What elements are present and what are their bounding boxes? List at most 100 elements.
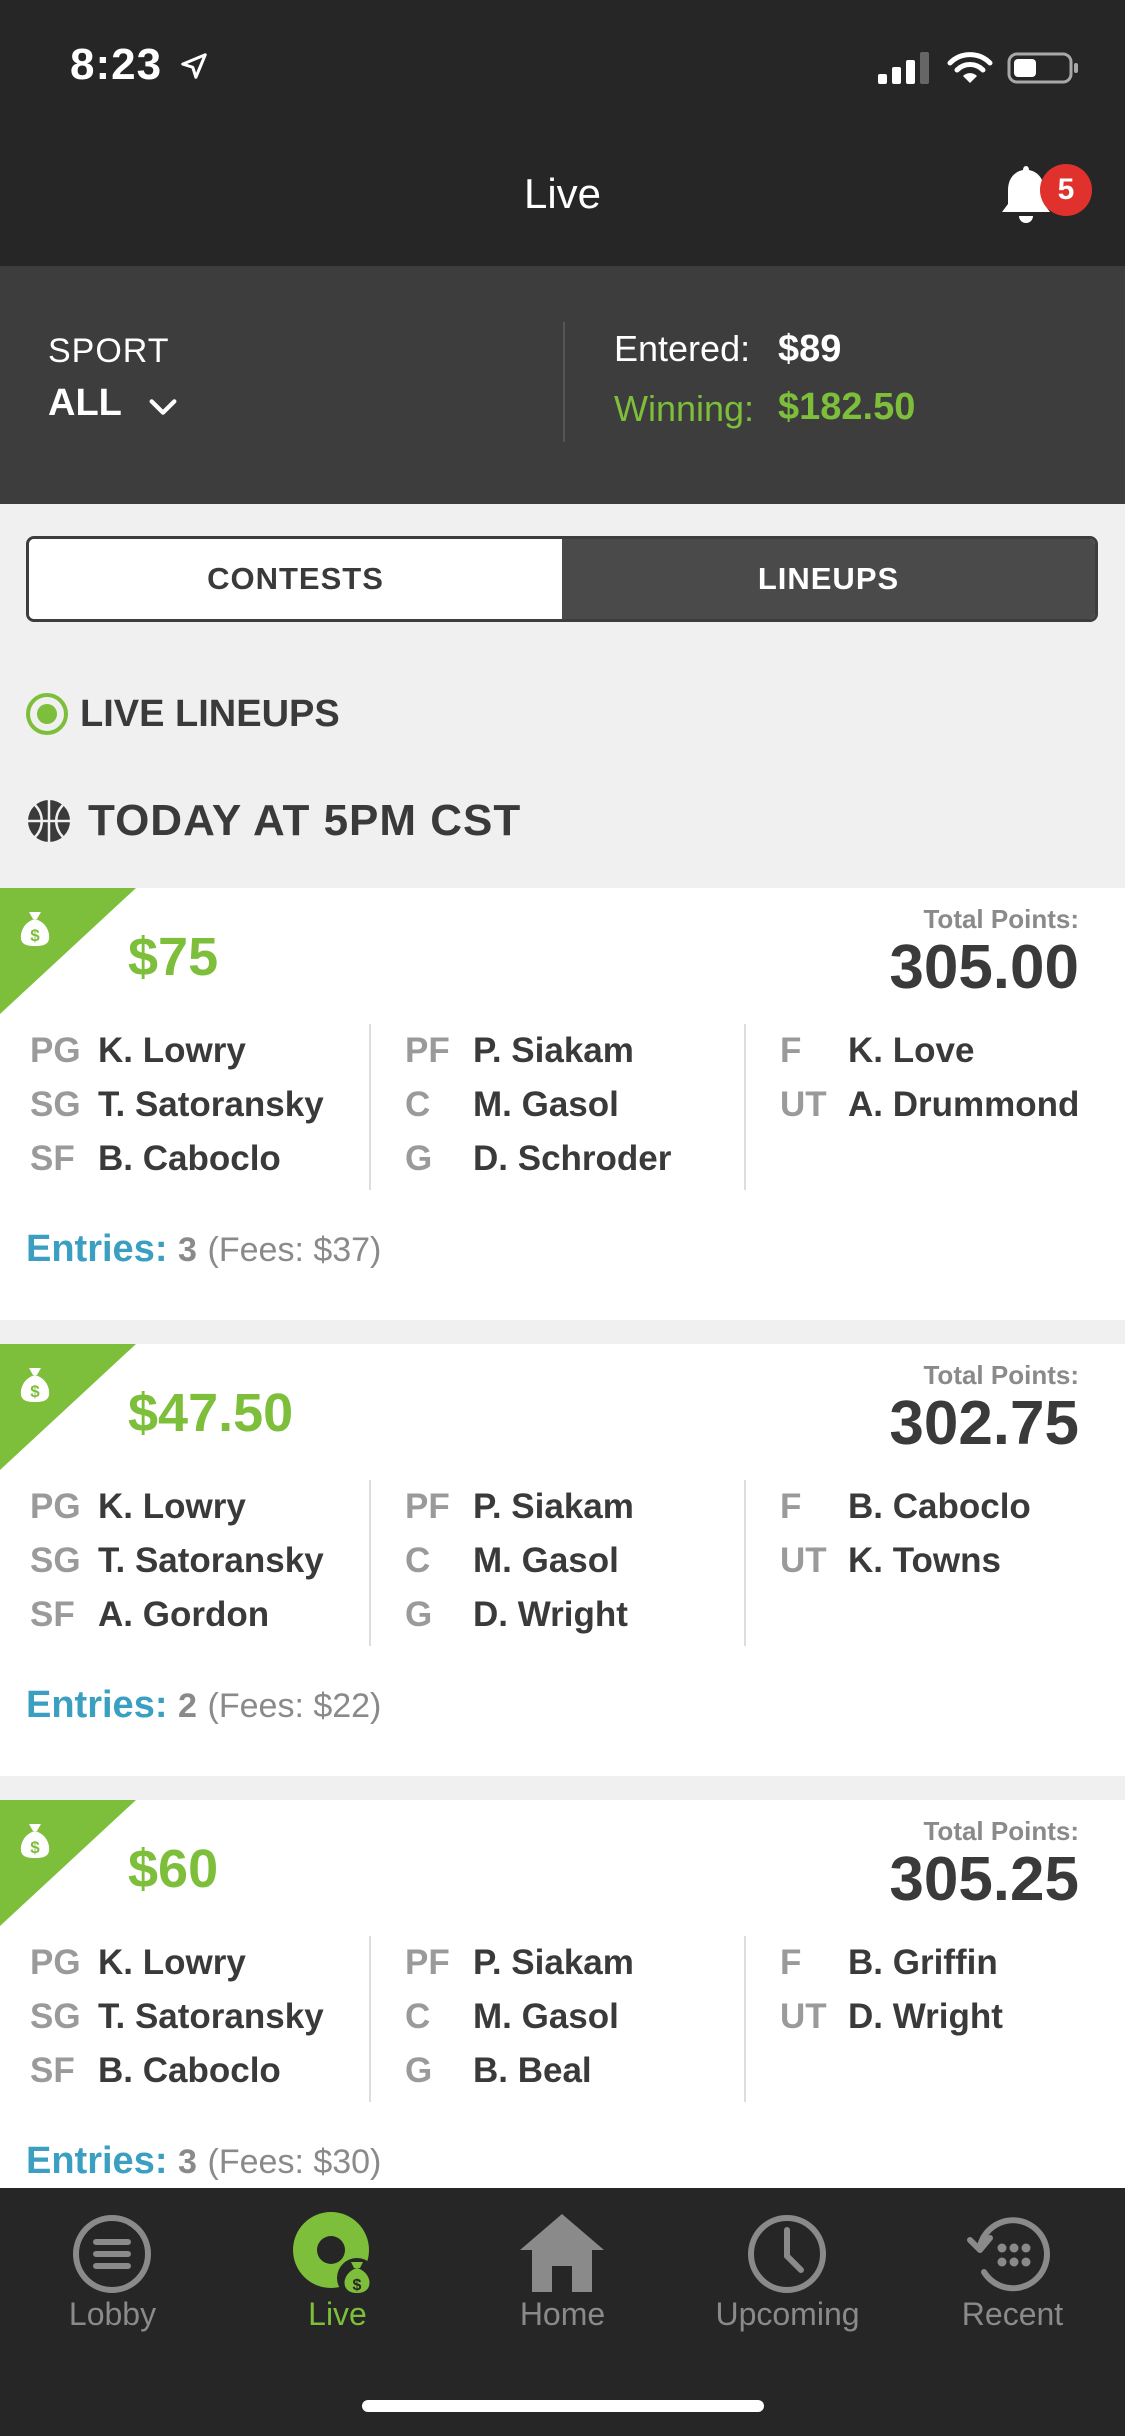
entries-label: Entries: xyxy=(26,2140,168,2182)
chevron-down-icon[interactable] xyxy=(146,390,180,424)
position-label: F xyxy=(780,1943,802,1982)
entries-summary: Entries: 2 (Fees: $22) xyxy=(26,1684,381,1727)
column-divider xyxy=(369,1480,371,1646)
winning-amount: $60 xyxy=(128,1839,219,1899)
tab-label: Upcoming xyxy=(715,2296,860,2332)
player-name: A. Drummond xyxy=(848,1085,1080,1124)
tab-upcoming[interactable]: Upcoming xyxy=(675,2188,900,2348)
tab-lineups[interactable]: LINEUPS xyxy=(562,539,1095,619)
roster-row: SF A. Gordon xyxy=(30,1588,324,1642)
winning-flag xyxy=(0,1800,136,1926)
column-divider xyxy=(744,1936,746,2102)
entries-fees: (Fees: $37) xyxy=(207,1231,382,1269)
sport-label: SPORT xyxy=(48,332,170,370)
player-name: D. Schroder xyxy=(473,1139,672,1178)
total-points-label: Total Points: xyxy=(923,1816,1079,1846)
roster-row: F B. Griffin xyxy=(780,1936,1003,1990)
basketball-icon xyxy=(28,800,70,842)
player-name: A. Gordon xyxy=(98,1595,270,1634)
entered-value: $89 xyxy=(778,328,842,370)
roster-row: UT D. Wright xyxy=(780,1990,1003,2044)
money-bag-icon: $ xyxy=(20,1824,50,1858)
entries-count: 2 xyxy=(178,1687,197,1725)
lineup-card[interactable]: $ $60 Total Points: 305.25 PG K. Lowry SG… xyxy=(0,1800,1125,2232)
winning-amount: $75 xyxy=(128,927,219,987)
player-name: K. Lowry xyxy=(98,1943,246,1982)
roster-row: F K. Love xyxy=(780,1024,1079,1078)
status-time: 8:23 xyxy=(70,40,209,90)
player-name: B. Griffin xyxy=(848,1943,998,1982)
tab-home[interactable]: Home xyxy=(450,2188,675,2348)
position-label: PG xyxy=(30,1031,81,1070)
position-label: G xyxy=(405,1139,433,1178)
svg-text:$: $ xyxy=(30,1838,40,1857)
tab-label: Lobby xyxy=(68,2296,157,2332)
player-name: M. Gasol xyxy=(473,1541,619,1580)
recent-icon xyxy=(967,2217,1050,2292)
live-lineups-header: LIVE LINEUPS xyxy=(26,690,340,738)
player-name: T. Satoransky xyxy=(98,1085,324,1124)
roster-column-3: F B. Caboclo UT K. Towns xyxy=(780,1480,1031,1588)
home-indicator[interactable] xyxy=(362,2400,764,2412)
contests-lineups-toggle: CONTESTS LINEUPS xyxy=(26,536,1098,622)
position-label: SG xyxy=(30,1085,81,1124)
roster-row: SF B. Caboclo xyxy=(30,2044,324,2098)
position-label: SF xyxy=(30,2051,75,2090)
winning-amount: $47.50 xyxy=(128,1383,294,1443)
tab-live[interactable]: $ Live xyxy=(225,2188,450,2348)
slate-title: TODAY AT 5PM CST xyxy=(88,796,522,845)
tab-lobby[interactable]: Lobby xyxy=(0,2188,225,2348)
roster-row: F B. Caboclo xyxy=(780,1480,1031,1534)
position-label: C xyxy=(405,1541,431,1580)
player-name: M. Gasol xyxy=(473,1085,619,1124)
position-label: PG xyxy=(30,1487,81,1526)
lineup-card[interactable]: $ $75 Total Points: 305.00 PG K. Lowry SG… xyxy=(0,888,1125,1320)
lineup-card[interactable]: $ $47.50 Total Points: 302.75 PG K. Lowry… xyxy=(0,1344,1125,1776)
roster-row: G B. Beal xyxy=(405,2044,634,2098)
player-name: K. Love xyxy=(848,1031,975,1070)
total-points-label: Total Points: xyxy=(923,904,1079,934)
entries-count: 3 xyxy=(178,2143,197,2181)
tab-label: Home xyxy=(519,2296,606,2332)
column-divider xyxy=(369,1936,371,2102)
player-name: T. Satoransky xyxy=(98,1541,324,1580)
roster-column-3: F B. Griffin UT D. Wright xyxy=(780,1936,1003,2044)
roster-row: G D. Wright xyxy=(405,1588,634,1642)
entries-label: Entries: xyxy=(26,1228,168,1270)
roster-row: SG T. Satoransky xyxy=(30,1990,324,2044)
svg-text:$: $ xyxy=(30,926,40,945)
position-label: PF xyxy=(405,1031,450,1070)
tab-contests[interactable]: CONTESTS xyxy=(29,539,562,619)
entries-count: 3 xyxy=(178,1231,197,1269)
tab-recent[interactable]: Recent xyxy=(900,2188,1125,2348)
live-indicator-icon xyxy=(26,693,68,735)
entries-summary: Entries: 3 (Fees: $30) xyxy=(26,2140,381,2183)
position-label: PF xyxy=(405,1487,450,1526)
player-name: D. Wright xyxy=(473,1595,628,1634)
roster-row: PF P. Siakam xyxy=(405,1024,671,1078)
position-label: C xyxy=(405,1085,431,1124)
location-arrow-icon xyxy=(181,53,208,79)
notification-badge[interactable]: 5 xyxy=(1040,164,1092,216)
entries-fees: (Fees: $30) xyxy=(207,2143,382,2181)
svg-text:$: $ xyxy=(353,2277,362,2294)
player-name: K. Towns xyxy=(848,1541,1001,1580)
roster-row: UT K. Towns xyxy=(780,1534,1031,1588)
player-name: K. Lowry xyxy=(98,1487,246,1526)
roster-column-1: PG K. Lowry SG T. Satoransky SF B. Caboclo xyxy=(30,1024,324,1186)
status-indicators xyxy=(876,50,1081,90)
wifi-icon xyxy=(947,52,993,83)
entries-summary: Entries: 3 (Fees: $37) xyxy=(26,1228,381,1271)
player-name: B. Caboclo xyxy=(98,1139,281,1178)
roster-row: PF P. Siakam xyxy=(405,1480,634,1534)
player-name: B. Caboclo xyxy=(848,1487,1031,1526)
column-divider xyxy=(744,1024,746,1190)
roster-row: SF B. Caboclo xyxy=(30,1132,324,1186)
total-points-label: Total Points: xyxy=(923,1360,1079,1390)
position-label: SF xyxy=(30,1595,75,1634)
nav-bar: Live xyxy=(0,130,1125,266)
roster-row: G D. Schroder xyxy=(405,1132,671,1186)
position-label: F xyxy=(780,1487,802,1526)
slate-header: TODAY AT 5PM CST xyxy=(26,796,521,846)
sport-dropdown[interactable]: ALL xyxy=(48,382,122,425)
